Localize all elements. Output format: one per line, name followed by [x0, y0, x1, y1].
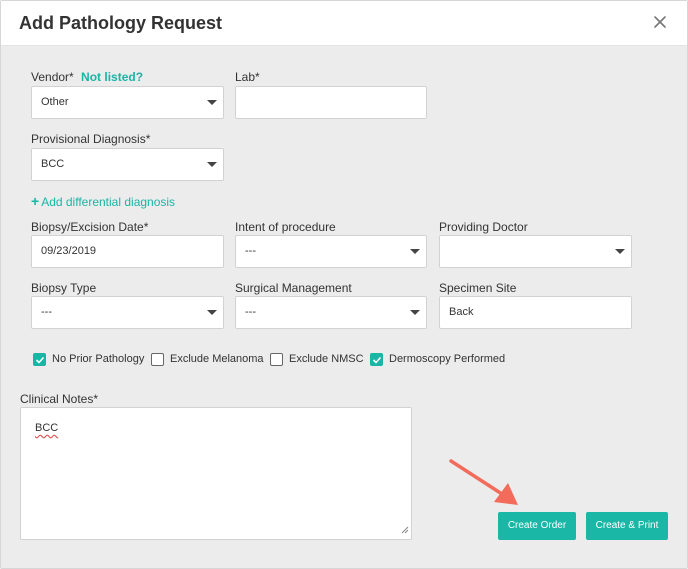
resize-handle-icon[interactable] [401, 525, 409, 537]
surgical-management-value: --- [245, 306, 256, 318]
specimen-site-input[interactable]: Back [439, 296, 632, 329]
vendor-value: Other [41, 96, 69, 108]
vendor-select[interactable]: Other [31, 86, 224, 119]
no-prior-pathology-checkbox[interactable]: No Prior Pathology [33, 352, 144, 366]
surgical-management-label: Surgical Management [235, 281, 352, 295]
dermoscopy-performed-label: Dermoscopy Performed [389, 353, 506, 365]
specimen-site-label: Specimen Site [439, 281, 517, 295]
add-differential-label: Add differential diagnosis [41, 195, 176, 209]
surgical-management-select[interactable]: --- [235, 296, 427, 329]
clinical-notes-value: BCC [35, 422, 59, 434]
providing-doctor-label: Providing Doctor [439, 220, 528, 234]
biopsy-date-input[interactable]: 09/23/2019 [31, 235, 224, 268]
chevron-down-icon [615, 249, 625, 254]
pathology-request-modal: Add Pathology Request Vendor* Not listed… [0, 0, 688, 569]
vendor-label-group: Vendor* Not listed? [31, 70, 143, 84]
checkbox-checked-icon[interactable] [33, 352, 46, 366]
add-differential-diagnosis-link[interactable]: + Add differential diagnosis [31, 193, 175, 209]
lab-label: Lab* [235, 70, 260, 84]
exclude-melanoma-checkbox[interactable]: Exclude Melanoma [151, 352, 264, 366]
exclude-melanoma-label: Exclude Melanoma [170, 353, 264, 365]
clinical-notes-textarea[interactable]: BCC [20, 407, 412, 540]
exclude-nmsc-checkbox[interactable]: Exclude NMSC [270, 352, 364, 366]
not-listed-link[interactable]: Not listed? [81, 70, 143, 84]
dermoscopy-performed-checkbox[interactable]: Dermoscopy Performed [370, 352, 505, 366]
intent-value: --- [245, 245, 256, 257]
biopsy-type-value: --- [41, 306, 52, 318]
modal-title: Add Pathology Request [19, 13, 223, 33]
providing-doctor-select[interactable] [439, 235, 632, 268]
chevron-down-icon [410, 249, 420, 254]
checkbox-unchecked-icon[interactable] [151, 352, 164, 366]
create-order-button[interactable]: Create Order [498, 512, 576, 540]
clinical-notes-label: Clinical Notes* [20, 392, 99, 406]
no-prior-pathology-label: No Prior Pathology [52, 353, 145, 365]
biopsy-type-label: Biopsy Type [31, 281, 97, 295]
annotation-arrow-icon [446, 456, 526, 516]
chevron-down-icon [207, 100, 217, 105]
intent-select[interactable]: --- [235, 235, 427, 268]
modal-header: Add Pathology Request [1, 1, 687, 46]
lab-input[interactable] [235, 86, 427, 119]
close-icon[interactable] [653, 15, 667, 29]
chevron-down-icon [207, 162, 217, 167]
checkbox-unchecked-icon[interactable] [270, 352, 283, 366]
vendor-label: Vendor* [31, 70, 74, 84]
provisional-diagnosis-value: BCC [41, 158, 65, 170]
chevron-down-icon [207, 310, 217, 315]
create-and-print-button[interactable]: Create & Print [586, 512, 668, 540]
plus-icon: + [31, 193, 40, 209]
checkbox-checked-icon[interactable] [370, 352, 383, 366]
provisional-diagnosis-select[interactable]: BCC [31, 148, 224, 181]
intent-label: Intent of procedure [235, 220, 336, 234]
biopsy-type-select[interactable]: --- [31, 296, 224, 329]
exclude-nmsc-label: Exclude NMSC [289, 353, 364, 365]
chevron-down-icon [410, 310, 420, 315]
biopsy-date-label: Biopsy/Excision Date* [31, 220, 149, 234]
provisional-diagnosis-label: Provisional Diagnosis* [31, 132, 151, 146]
